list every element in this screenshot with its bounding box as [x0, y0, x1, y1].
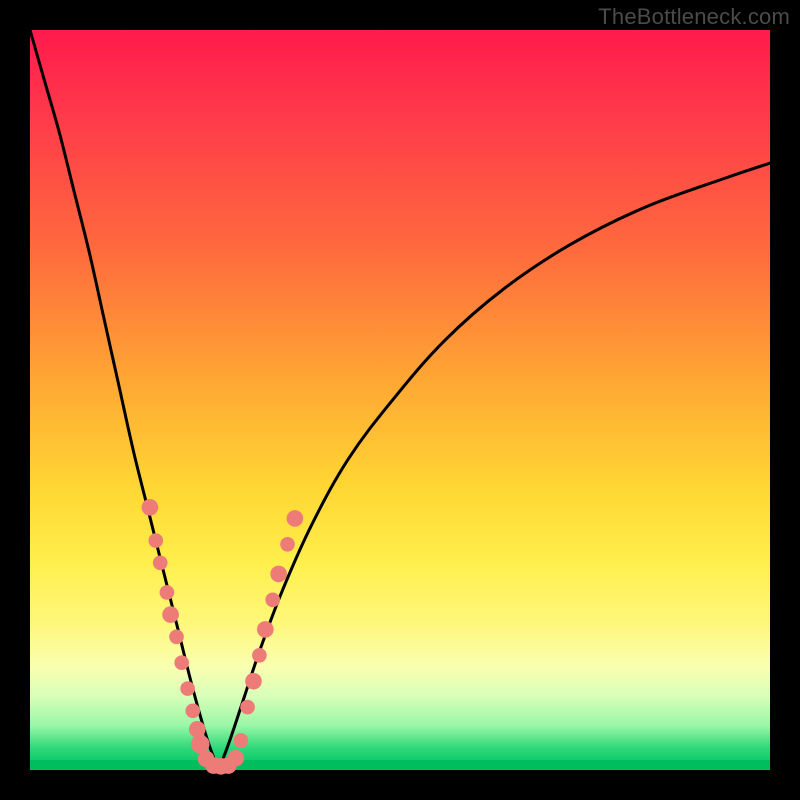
sample-dot — [189, 721, 206, 738]
sample-dot — [270, 566, 287, 583]
sample-dot — [169, 629, 184, 644]
watermark-text: TheBottleneck.com — [598, 4, 790, 30]
sample-dot — [257, 621, 274, 638]
plot-area — [30, 30, 770, 770]
sample-dot — [252, 648, 267, 663]
sample-dot — [280, 537, 295, 552]
curve-right-branch — [219, 163, 770, 770]
sample-dot — [265, 592, 280, 607]
sample-dot — [162, 606, 179, 623]
bottleneck-curve — [30, 30, 770, 770]
sample-dot — [245, 673, 262, 690]
sample-dot — [234, 733, 249, 748]
chart-frame: TheBottleneck.com — [0, 0, 800, 800]
sample-dot — [174, 655, 189, 670]
sample-dot — [142, 499, 159, 516]
sample-dot — [185, 703, 200, 718]
sample-dot — [180, 681, 195, 696]
sample-dots — [142, 499, 304, 775]
chart-svg — [30, 30, 770, 770]
sample-dot — [227, 750, 244, 767]
sample-dot — [160, 585, 175, 600]
sample-dot — [148, 533, 163, 548]
sample-dot — [240, 700, 255, 715]
curve-left-branch — [30, 30, 219, 770]
sample-dot — [153, 555, 168, 570]
sample-dot — [287, 510, 304, 527]
